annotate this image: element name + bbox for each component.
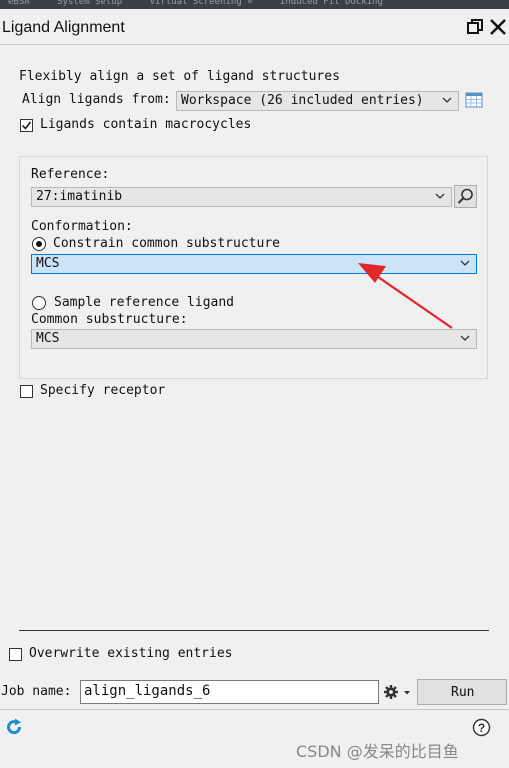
reference-dropdown[interactable]: 27:imatinib — [31, 187, 452, 207]
chevron-down-icon — [460, 260, 470, 266]
watermark: CSDN @发呆的比目鱼 — [296, 742, 459, 761]
chevron-down-icon — [460, 335, 470, 341]
chevron-down-icon — [442, 97, 452, 103]
search-button[interactable] — [454, 185, 477, 208]
close-icon[interactable] — [488, 17, 508, 37]
chevron-down-icon — [435, 193, 445, 199]
constrain-label: Constrain common substructure — [53, 236, 280, 251]
macrocycles-label: Ligands contain macrocycles — [40, 117, 252, 132]
top-tab-strip: eBSA System Setup Virtual Screening » In… — [0, 0, 509, 9]
align-from-value: Workspace (26 included entries) — [181, 93, 424, 108]
table-select-icon[interactable] — [465, 91, 483, 109]
macrocycles-checkbox[interactable] — [20, 119, 33, 132]
align-from-label: Align ligands from: — [22, 92, 171, 107]
job-name-input[interactable]: align_ligands_6 — [80, 680, 379, 704]
refresh-icon[interactable] — [4, 717, 24, 737]
tab-system-setup[interactable]: System Setup — [57, 0, 122, 7]
checkmark-icon — [21, 121, 32, 130]
constrain-substructure-value: MCS — [36, 256, 60, 271]
overwrite-label: Overwrite existing entries — [29, 646, 233, 661]
overwrite-checkbox[interactable] — [9, 648, 22, 661]
conformation-label: Conformation: — [31, 219, 133, 234]
run-label: Run — [451, 685, 475, 700]
window-title: Ligand Alignment — [2, 19, 125, 36]
search-icon — [457, 188, 473, 204]
svg-text:?: ? — [478, 721, 485, 735]
run-button[interactable]: Run — [417, 679, 507, 705]
tab-virtual-screening[interactable]: Virtual Screening » — [150, 0, 253, 7]
bottom-separator — [19, 630, 489, 631]
reference-label: Reference: — [31, 167, 110, 182]
title-separator — [0, 44, 509, 45]
sample-reference-label: Sample reference ligand — [54, 295, 235, 310]
restore-window-icon[interactable] — [465, 17, 485, 37]
gear-icon — [384, 685, 410, 699]
status-separator — [0, 709, 509, 710]
constrain-radio[interactable] — [32, 237, 46, 251]
specify-receptor-checkbox[interactable] — [20, 385, 33, 398]
annotation-arrow — [358, 263, 453, 329]
sample-reference-radio[interactable] — [32, 296, 46, 310]
common-substructure-label: Common substructure: — [31, 312, 188, 327]
help-icon[interactable]: ? — [472, 718, 491, 737]
align-from-dropdown[interactable]: Workspace (26 included entries) — [176, 91, 459, 111]
intro-text: Flexibly align a set of ligand structure… — [19, 69, 340, 84]
job-name-label: Job name: — [1, 684, 72, 699]
reference-value: 27:imatinib — [36, 189, 123, 204]
settings-menu-button[interactable] — [383, 683, 415, 701]
tab-ebsa[interactable]: eBSA — [8, 0, 30, 7]
job-name-value: align_ligands_6 — [84, 683, 211, 699]
common-substructure-value: MCS — [36, 331, 60, 346]
tab-induced-fit-docking[interactable]: Induced Fit Docking — [280, 0, 383, 7]
specify-receptor-label: Specify receptor — [40, 383, 166, 398]
